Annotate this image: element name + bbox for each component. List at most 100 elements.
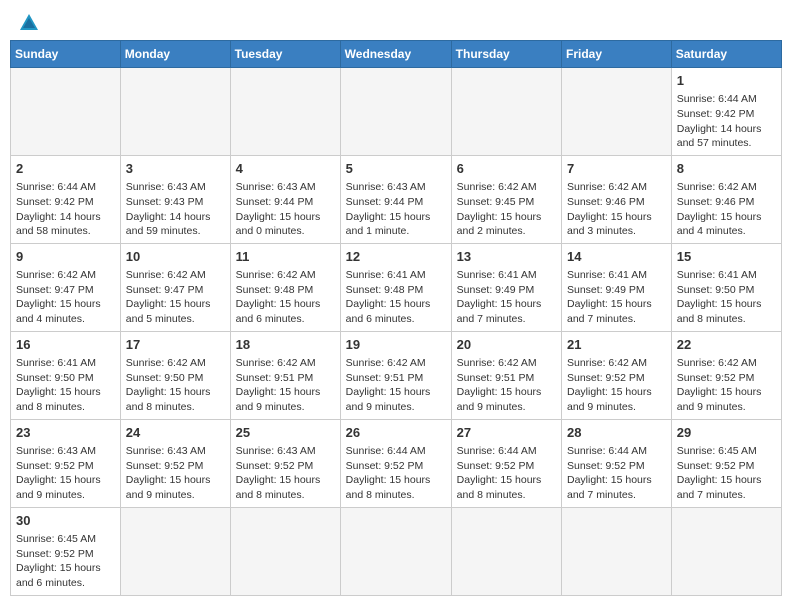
day-number: 14	[567, 248, 666, 266]
calendar-cell	[451, 68, 561, 156]
day-info: Sunrise: 6:43 AM Sunset: 9:52 PM Dayligh…	[126, 444, 225, 503]
day-info: Sunrise: 6:41 AM Sunset: 9:48 PM Dayligh…	[346, 268, 446, 327]
day-info: Sunrise: 6:41 AM Sunset: 9:49 PM Dayligh…	[567, 268, 666, 327]
calendar-cell: 12 Sunrise: 6:41 AM Sunset: 9:48 PM Dayli…	[340, 243, 451, 331]
day-number: 25	[236, 424, 335, 442]
day-info: Sunrise: 6:43 AM Sunset: 9:52 PM Dayligh…	[236, 444, 335, 503]
day-info: Sunrise: 6:42 AM Sunset: 9:48 PM Dayligh…	[236, 268, 335, 327]
day-number: 26	[346, 424, 446, 442]
day-info: Sunrise: 6:42 AM Sunset: 9:51 PM Dayligh…	[236, 356, 335, 415]
calendar-cell: 13 Sunrise: 6:41 AM Sunset: 9:49 PM Dayli…	[451, 243, 561, 331]
day-number: 23	[16, 424, 115, 442]
day-info: Sunrise: 6:41 AM Sunset: 9:50 PM Dayligh…	[677, 268, 776, 327]
day-number: 1	[677, 72, 776, 90]
day-number: 6	[457, 160, 556, 178]
calendar-cell: 21 Sunrise: 6:42 AM Sunset: 9:52 PM Dayli…	[562, 331, 672, 419]
calendar-cell: 17 Sunrise: 6:42 AM Sunset: 9:50 PM Dayli…	[120, 331, 230, 419]
day-number: 22	[677, 336, 776, 354]
day-number: 17	[126, 336, 225, 354]
calendar-cell	[562, 507, 672, 595]
calendar-cell: 27 Sunrise: 6:44 AM Sunset: 9:52 PM Dayli…	[451, 419, 561, 507]
day-number: 24	[126, 424, 225, 442]
calendar-cell: 6 Sunrise: 6:42 AM Sunset: 9:45 PM Daylig…	[451, 155, 561, 243]
calendar-cell: 29 Sunrise: 6:45 AM Sunset: 9:52 PM Dayli…	[671, 419, 781, 507]
day-info: Sunrise: 6:41 AM Sunset: 9:49 PM Dayligh…	[457, 268, 556, 327]
day-info: Sunrise: 6:43 AM Sunset: 9:43 PM Dayligh…	[126, 180, 225, 239]
calendar-cell: 4 Sunrise: 6:43 AM Sunset: 9:44 PM Daylig…	[230, 155, 340, 243]
day-info: Sunrise: 6:43 AM Sunset: 9:44 PM Dayligh…	[236, 180, 335, 239]
calendar-week-4: 16Sunrise: 6:41 AM Sunset: 9:50 PM Dayli…	[11, 331, 782, 419]
day-number: 21	[567, 336, 666, 354]
day-number: 27	[457, 424, 556, 442]
day-info: Sunrise: 6:42 AM Sunset: 9:45 PM Dayligh…	[457, 180, 556, 239]
day-info: Sunrise: 6:44 AM Sunset: 9:52 PM Dayligh…	[346, 444, 446, 503]
day-info: Sunrise: 6:44 AM Sunset: 9:52 PM Dayligh…	[567, 444, 666, 503]
day-number: 9	[16, 248, 115, 266]
day-number: 10	[126, 248, 225, 266]
calendar-cell	[451, 507, 561, 595]
calendar-cell	[230, 507, 340, 595]
day-info: Sunrise: 6:45 AM Sunset: 9:52 PM Dayligh…	[677, 444, 776, 503]
day-info: Sunrise: 6:42 AM Sunset: 9:50 PM Dayligh…	[126, 356, 225, 415]
calendar-cell: 18 Sunrise: 6:42 AM Sunset: 9:51 PM Dayli…	[230, 331, 340, 419]
calendar-cell	[120, 507, 230, 595]
calendar-cell: 10 Sunrise: 6:42 AM Sunset: 9:47 PM Dayli…	[120, 243, 230, 331]
calendar-cell: 14 Sunrise: 6:41 AM Sunset: 9:49 PM Dayli…	[562, 243, 672, 331]
calendar-cell	[562, 68, 672, 156]
calendar-table: SundayMondayTuesdayWednesdayThursdayFrid…	[10, 40, 782, 596]
day-number: 19	[346, 336, 446, 354]
day-info: Sunrise: 6:42 AM Sunset: 9:51 PM Dayligh…	[346, 356, 446, 415]
calendar-cell: 15 Sunrise: 6:41 AM Sunset: 9:50 PM Dayli…	[671, 243, 781, 331]
calendar-cell: 16Sunrise: 6:41 AM Sunset: 9:50 PM Dayli…	[11, 331, 121, 419]
day-number: 29	[677, 424, 776, 442]
weekday-thursday: Thursday	[451, 41, 561, 68]
day-number: 13	[457, 248, 556, 266]
calendar-cell	[671, 507, 781, 595]
day-info: Sunrise: 6:42 AM Sunset: 9:47 PM Dayligh…	[16, 268, 115, 327]
calendar-cell: 26 Sunrise: 6:44 AM Sunset: 9:52 PM Dayli…	[340, 419, 451, 507]
calendar-cell: 22 Sunrise: 6:42 AM Sunset: 9:52 PM Dayli…	[671, 331, 781, 419]
day-number: 5	[346, 160, 446, 178]
weekday-tuesday: Tuesday	[230, 41, 340, 68]
day-info: Sunrise: 6:42 AM Sunset: 9:52 PM Dayligh…	[677, 356, 776, 415]
day-number: 11	[236, 248, 335, 266]
day-info: Sunrise: 6:44 AM Sunset: 9:42 PM Dayligh…	[677, 92, 776, 151]
day-number: 4	[236, 160, 335, 178]
calendar-cell: 7Sunrise: 6:42 AM Sunset: 9:46 PM Daylig…	[562, 155, 672, 243]
day-info: Sunrise: 6:42 AM Sunset: 9:47 PM Dayligh…	[126, 268, 225, 327]
calendar-cell: 20Sunrise: 6:42 AM Sunset: 9:51 PM Dayli…	[451, 331, 561, 419]
weekday-header-row: SundayMondayTuesdayWednesdayThursdayFrid…	[11, 41, 782, 68]
calendar-cell: 28 Sunrise: 6:44 AM Sunset: 9:52 PM Dayli…	[562, 419, 672, 507]
logo-icon	[16, 10, 42, 36]
day-number: 7	[567, 160, 666, 178]
weekday-sunday: Sunday	[11, 41, 121, 68]
day-info: Sunrise: 6:42 AM Sunset: 9:52 PM Dayligh…	[567, 356, 666, 415]
calendar-cell: 25 Sunrise: 6:43 AM Sunset: 9:52 PM Dayli…	[230, 419, 340, 507]
day-number: 30	[16, 512, 115, 530]
calendar-cell	[11, 68, 121, 156]
calendar-cell: 11 Sunrise: 6:42 AM Sunset: 9:48 PM Dayli…	[230, 243, 340, 331]
calendar-cell: 1 Sunrise: 6:44 AM Sunset: 9:42 PM Daylig…	[671, 68, 781, 156]
calendar-cell: 19 Sunrise: 6:42 AM Sunset: 9:51 PM Dayli…	[340, 331, 451, 419]
calendar-cell	[230, 68, 340, 156]
day-number: 15	[677, 248, 776, 266]
day-number: 8	[677, 160, 776, 178]
header	[10, 10, 782, 32]
day-info: Sunrise: 6:43 AM Sunset: 9:52 PM Dayligh…	[16, 444, 115, 503]
calendar-header: SundayMondayTuesdayWednesdayThursdayFrid…	[11, 41, 782, 68]
day-number: 18	[236, 336, 335, 354]
day-number: 12	[346, 248, 446, 266]
day-info: Sunrise: 6:44 AM Sunset: 9:42 PM Dayligh…	[16, 180, 115, 239]
calendar-cell: 3Sunrise: 6:43 AM Sunset: 9:43 PM Daylig…	[120, 155, 230, 243]
weekday-wednesday: Wednesday	[340, 41, 451, 68]
calendar-cell: 5Sunrise: 6:43 AM Sunset: 9:44 PM Daylig…	[340, 155, 451, 243]
day-info: Sunrise: 6:44 AM Sunset: 9:52 PM Dayligh…	[457, 444, 556, 503]
calendar-week-1: 1 Sunrise: 6:44 AM Sunset: 9:42 PM Daylig…	[11, 68, 782, 156]
calendar-week-3: 9 Sunrise: 6:42 AM Sunset: 9:47 PM Daylig…	[11, 243, 782, 331]
calendar-cell	[120, 68, 230, 156]
day-info: Sunrise: 6:45 AM Sunset: 9:52 PM Dayligh…	[16, 532, 115, 591]
weekday-saturday: Saturday	[671, 41, 781, 68]
day-number: 28	[567, 424, 666, 442]
calendar-cell: 30 Sunrise: 6:45 AM Sunset: 9:52 PM Dayli…	[11, 507, 121, 595]
logo	[14, 10, 42, 32]
